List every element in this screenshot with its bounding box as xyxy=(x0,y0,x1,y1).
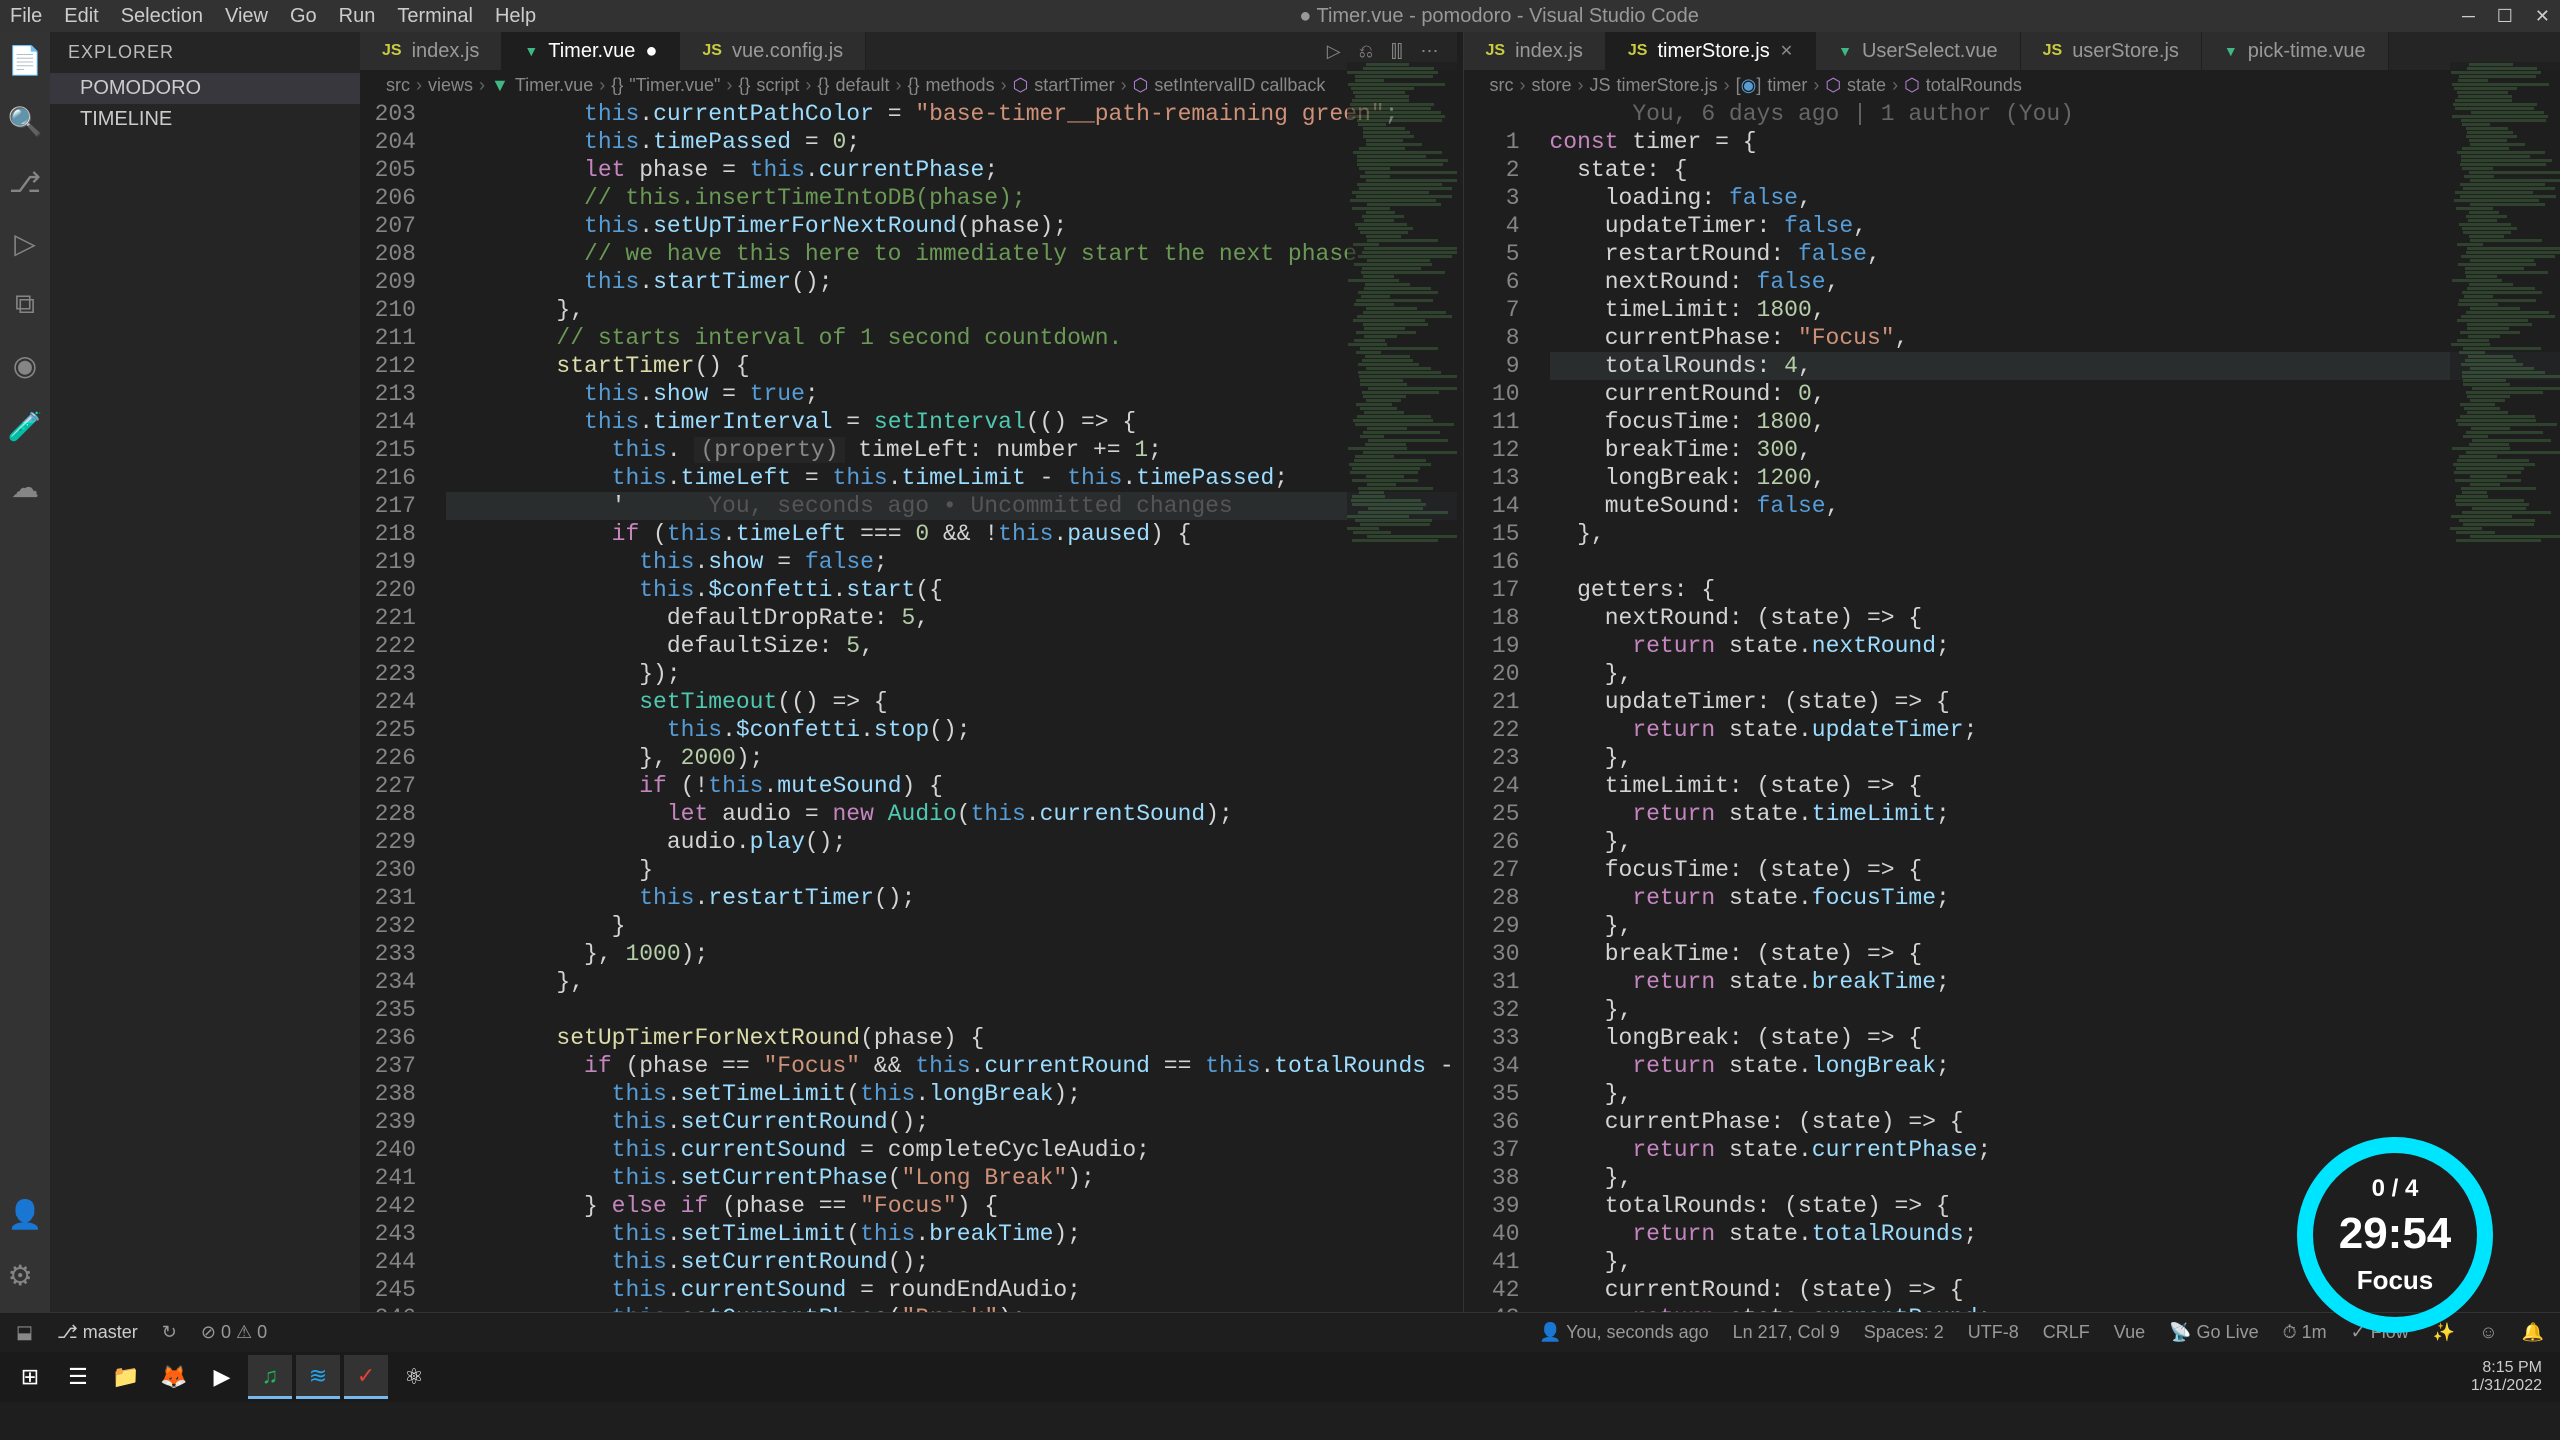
taskbar-todoist[interactable]: ✓ xyxy=(344,1355,388,1399)
menu-file[interactable]: File xyxy=(10,5,42,28)
tabs-right: JS index.js JS timerStore.js ✕ ▼ UserSelect.… xyxy=(1464,32,2560,70)
status-bar: ⬓ ⎇ master ↻ ⊘ 0 ⚠ 0 👤 You, seconds ago … xyxy=(0,1312,2560,1352)
sidebar-item-timeline[interactable]: TIMELINE xyxy=(50,104,360,135)
taskbar-firefox[interactable]: 🦊 xyxy=(152,1355,196,1399)
close-icon[interactable]: ✕ xyxy=(2535,6,2550,27)
titlebar: File Edit Selection View Go Run Terminal… xyxy=(0,0,2560,32)
menu-go[interactable]: Go xyxy=(290,5,317,28)
git-branch[interactable]: ⎇ master xyxy=(57,1322,138,1343)
problems[interactable]: ⊘ 0 ⚠ 0 xyxy=(201,1322,267,1343)
tab-label: UserSelect.vue xyxy=(1862,40,1998,63)
cursor-position[interactable]: Ln 217, Col 9 xyxy=(1733,1322,1840,1343)
tab-label: userStore.js xyxy=(2072,40,2179,63)
search-icon[interactable]: 🔍 xyxy=(8,105,43,138)
remote-indicator[interactable]: ⬓ xyxy=(16,1322,33,1343)
pomodoro-count: 0 / 4 xyxy=(2372,1175,2419,1203)
language-mode[interactable]: Vue xyxy=(2114,1322,2145,1343)
tab-userselect-vue[interactable]: ▼ UserSelect.vue xyxy=(1816,32,2020,70)
minimap-left[interactable] xyxy=(1347,62,1457,662)
sidebar: EXPLORER POMODORO TIMELINE xyxy=(50,32,360,1312)
go-live[interactable]: 📡 Go Live xyxy=(2169,1322,2258,1343)
tabs-left: JS index.js ▼ Timer.vue ● JS vue.config.js ▷… xyxy=(360,32,1457,70)
split-icon[interactable]: ⫿⫿ xyxy=(1391,41,1403,62)
gear-icon[interactable]: ⚙ xyxy=(8,1259,43,1292)
tab-label: index.js xyxy=(412,40,480,63)
sidebar-item-pomodoro[interactable]: POMODORO xyxy=(50,73,360,104)
encoding[interactable]: UTF-8 xyxy=(1968,1322,2019,1343)
window-title: ● Timer.vue - pomodoro - Visual Studio C… xyxy=(536,5,2462,28)
explorer-icon[interactable]: 📄 xyxy=(8,44,43,77)
menu-terminal[interactable]: Terminal xyxy=(397,5,473,28)
breadcrumb-left[interactable]: src› views› ▼Timer.vue› {}"Timer.vue"› {… xyxy=(360,70,1457,100)
close-icon[interactable]: ✕ xyxy=(1780,41,1793,61)
remote-icon[interactable]: ◉ xyxy=(13,349,37,382)
js-icon: JS xyxy=(1628,42,1648,60)
vue-icon: ▼ xyxy=(2224,43,2238,59)
git-icon[interactable]: ⎌ xyxy=(1359,41,1373,62)
minimize-icon[interactable]: ─ xyxy=(2462,6,2475,27)
pomodoro-time: 29:54 xyxy=(2339,1209,2452,1259)
menu-bar: File Edit Selection View Go Run Terminal… xyxy=(10,5,536,28)
maximize-icon[interactable]: ☐ xyxy=(2497,6,2513,27)
pomodoro-timer[interactable]: 0 / 4 29:54 Focus xyxy=(2290,1130,2500,1340)
breadcrumb-right[interactable]: src› store› JStimerStore.js› [◉]timer› ⬡… xyxy=(1464,70,2560,100)
extensions-icon[interactable]: ⧉ xyxy=(15,288,35,321)
indent[interactable]: Spaces: 2 xyxy=(1864,1322,1944,1343)
pomodoro-phase: Focus xyxy=(2357,1265,2434,1296)
cloud-icon[interactable]: ☁ xyxy=(11,471,39,504)
tab-userstore-js[interactable]: JS userStore.js xyxy=(2021,32,2202,70)
taskbar-app[interactable]: ⚛ xyxy=(392,1355,436,1399)
taskbar-clock[interactable]: 8:15 PM 1/31/2022 xyxy=(2471,1359,2552,1395)
editor-right: JS index.js JS timerStore.js ✕ ▼ UserSelect.… xyxy=(1463,32,2560,1312)
tab-timerstore-js[interactable]: JS timerStore.js ✕ xyxy=(1606,32,1816,70)
sync-icon[interactable]: ↻ xyxy=(162,1322,177,1343)
editor-left: JS index.js ▼ Timer.vue ● JS vue.config.js ▷… xyxy=(360,32,1457,1312)
test-icon[interactable]: 🧪 xyxy=(8,410,43,443)
tab-picktime-vue[interactable]: ▼ pick-time.vue xyxy=(2202,32,2389,70)
tab-label: pick-time.vue xyxy=(2248,40,2366,63)
minimap-right[interactable] xyxy=(2450,62,2560,462)
tab-label: timerStore.js xyxy=(1657,40,1769,63)
js-icon: JS xyxy=(702,42,722,60)
menu-view[interactable]: View xyxy=(225,5,268,28)
tab-label: index.js xyxy=(1515,40,1583,63)
tab-timer-vue[interactable]: ▼ Timer.vue ● xyxy=(502,32,680,70)
vue-icon: ▼ xyxy=(1838,43,1852,59)
modified-dot-icon: ● xyxy=(645,40,657,63)
vue-icon: ▼ xyxy=(524,43,538,59)
run-icon[interactable]: ▷ xyxy=(1327,41,1341,62)
blame-status[interactable]: 👤 You, seconds ago xyxy=(1539,1322,1709,1343)
taskbar-explorer[interactable]: 📁 xyxy=(104,1355,148,1399)
menu-help[interactable]: Help xyxy=(495,5,536,28)
menu-run[interactable]: Run xyxy=(339,5,376,28)
taskbar-vscode[interactable]: ≋ xyxy=(296,1355,340,1399)
menu-edit[interactable]: Edit xyxy=(64,5,98,28)
tab-vueconfig-js[interactable]: JS vue.config.js xyxy=(680,32,866,70)
windows-taskbar: ⊞ ☰ 📁 🦊 ▶ ♫ ≋ ✓ ⚛ 8:15 PM 1/31/2022 xyxy=(0,1352,2560,1402)
sidebar-header: EXPLORER xyxy=(50,32,360,73)
taskbar-terminal[interactable]: ▶ xyxy=(200,1355,244,1399)
run-debug-icon[interactable]: ▷ xyxy=(14,227,36,260)
source-control-icon[interactable]: ⎇ xyxy=(9,166,41,199)
activity-bar: 📄 🔍 ⎇ ▷ ⧉ ◉ 🧪 ☁ 👤 ⚙ xyxy=(0,32,50,1312)
start-button[interactable]: ⊞ xyxy=(8,1355,52,1399)
code-left[interactable]: 2032042052062072082092102112122132142152… xyxy=(360,100,1457,1312)
tab-label: vue.config.js xyxy=(732,40,843,63)
account-icon[interactable]: 👤 xyxy=(8,1198,43,1231)
js-icon: JS xyxy=(382,42,402,60)
js-icon: JS xyxy=(1486,42,1506,60)
tab-index-js-r[interactable]: JS index.js xyxy=(1464,32,1606,70)
js-icon: JS xyxy=(2043,42,2063,60)
task-view[interactable]: ☰ xyxy=(56,1355,100,1399)
tab-label: Timer.vue xyxy=(548,40,635,63)
bell-icon[interactable]: 🔔 xyxy=(2522,1322,2544,1343)
eol[interactable]: CRLF xyxy=(2043,1322,2090,1343)
menu-selection[interactable]: Selection xyxy=(121,5,203,28)
tab-index-js[interactable]: JS index.js xyxy=(360,32,502,70)
taskbar-spotify[interactable]: ♫ xyxy=(248,1355,292,1399)
more-icon[interactable]: ⋯ xyxy=(1421,41,1439,62)
